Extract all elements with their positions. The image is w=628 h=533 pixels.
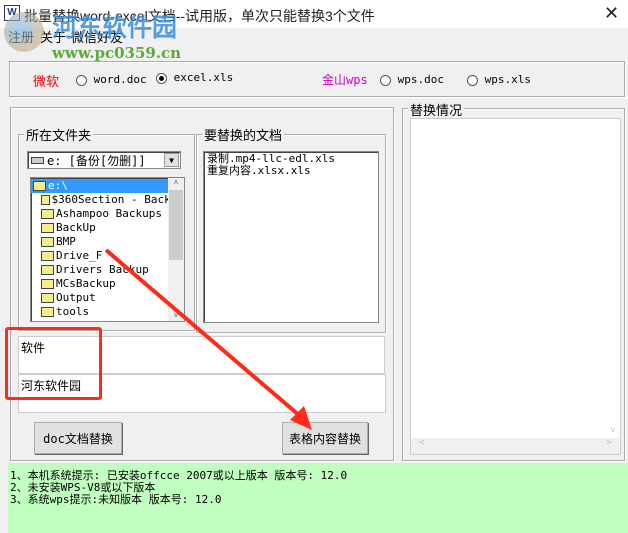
annotation-arrow (104, 248, 312, 430)
